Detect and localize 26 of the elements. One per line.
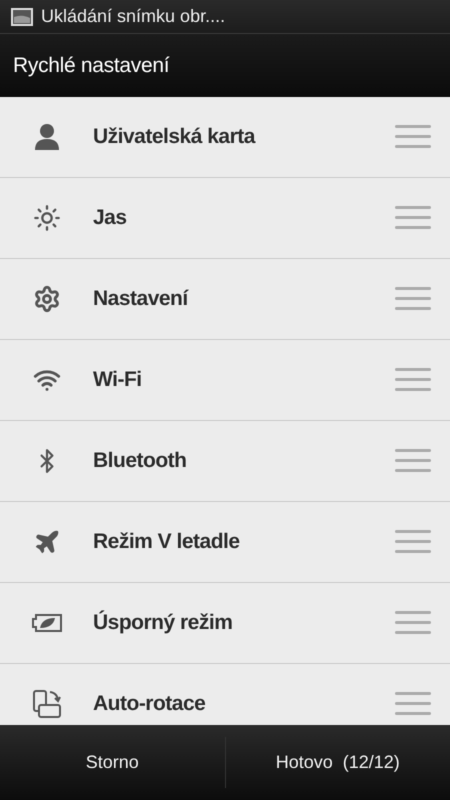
drag-handle-icon[interactable] — [395, 691, 431, 717]
setting-label: Jas — [93, 206, 128, 230]
setting-label: Uživatelská karta — [93, 125, 256, 149]
setting-label: Wi-Fi — [93, 368, 143, 392]
drag-handle-icon[interactable] — [395, 367, 431, 393]
screen-title: Rychlé nastavení — [13, 54, 170, 78]
drag-handle-icon[interactable] — [395, 124, 431, 150]
cancel-button[interactable]: Storno — [0, 725, 224, 800]
setting-label: Režim V letadle — [93, 530, 241, 554]
setting-label: Bluetooth — [93, 449, 188, 473]
setting-label: Nastavení — [93, 287, 190, 311]
setting-label: Úsporný režim — [93, 611, 234, 635]
screen-rotate-icon — [32, 690, 62, 718]
image-icon — [11, 8, 33, 26]
notification-text: Ukládání snímku obr.... — [41, 6, 226, 27]
brightness-icon — [32, 204, 60, 232]
done-button[interactable]: Hotovo (12/12) — [226, 725, 450, 800]
drag-handle-icon[interactable] — [395, 610, 431, 636]
drag-handle-icon[interactable] — [395, 448, 431, 474]
drag-handle-icon[interactable] — [395, 529, 431, 555]
battery-leaf-icon — [32, 613, 62, 633]
drag-handle-icon[interactable] — [395, 205, 431, 231]
settings-icon — [32, 285, 60, 313]
drag-handle-icon[interactable] — [395, 286, 431, 312]
setting-label: Auto-rotace — [93, 692, 206, 716]
person-icon — [34, 123, 60, 151]
